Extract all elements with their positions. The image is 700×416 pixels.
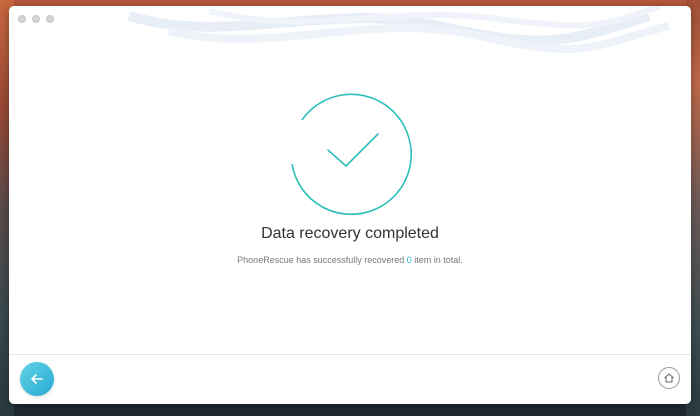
recovery-result-message: PhoneRescue has successfully recovered 0… (9, 255, 691, 265)
zoom-window-button[interactable] (46, 15, 54, 23)
close-window-button[interactable] (18, 15, 26, 23)
recovery-result-title: Data recovery completed (261, 225, 439, 242)
home-button[interactable] (658, 367, 680, 389)
arrow-left-icon (31, 374, 43, 384)
footer-divider (9, 354, 691, 355)
window-controls (18, 15, 54, 23)
success-check-icon (286, 92, 413, 218)
title-bar (9, 6, 691, 66)
minimize-window-button[interactable] (32, 15, 40, 23)
message-suffix: item in total. (411, 255, 463, 265)
home-icon (664, 373, 674, 383)
app-window: Data recovery completed PhoneRescue has … (9, 6, 691, 404)
title-bar-wave-decoration (127, 6, 670, 54)
message-prefix: PhoneRescue has successfully recovered (237, 255, 407, 265)
back-button[interactable] (20, 362, 54, 396)
